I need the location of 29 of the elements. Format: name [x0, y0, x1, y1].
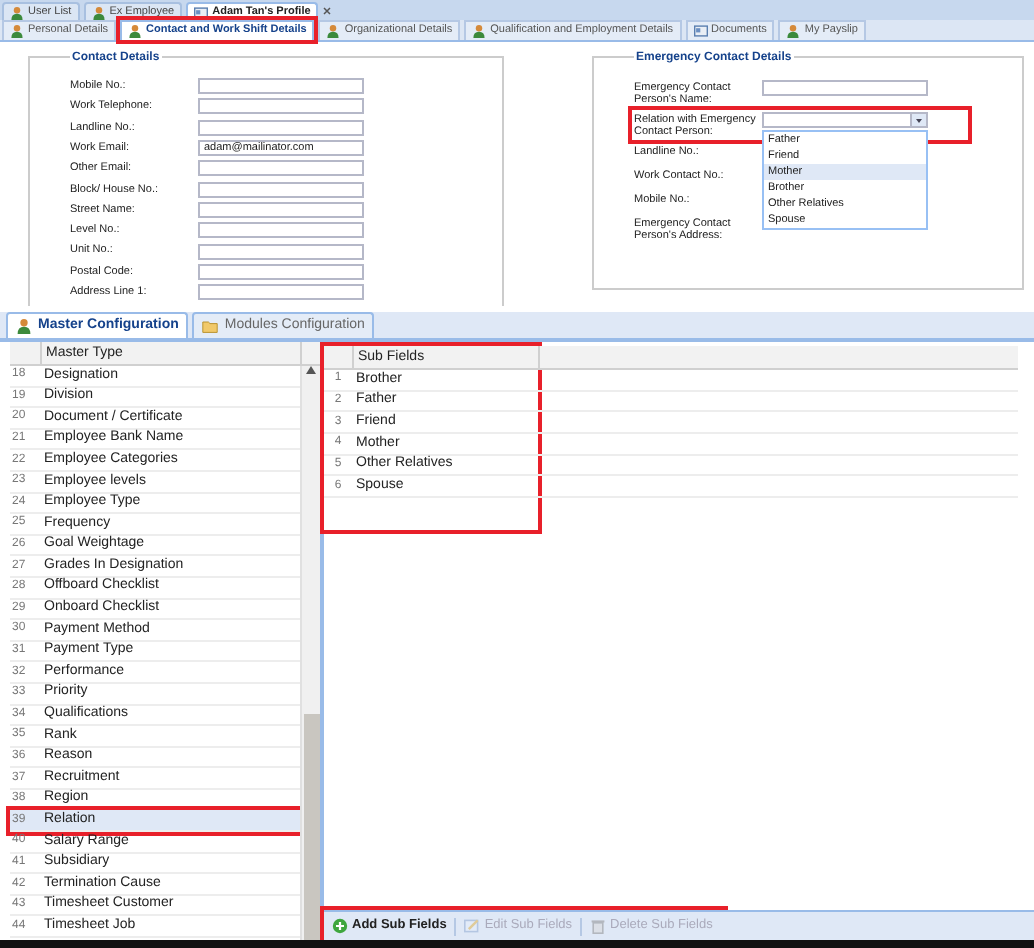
- input-field[interactable]: [198, 243, 364, 260]
- scrollbar-thumb[interactable]: [303, 714, 319, 940]
- input-field[interactable]: [198, 181, 364, 198]
- caret-icon: [914, 115, 924, 125]
- input-field[interactable]: [198, 222, 364, 239]
- close-icon[interactable]: [322, 6, 333, 16]
- scrollbar[interactable]: [300, 366, 320, 940]
- person-icon: [16, 318, 32, 334]
- input-field[interactable]: [198, 98, 364, 115]
- person-icon: [10, 24, 24, 38]
- document-icon: [693, 24, 708, 38]
- person-icon: [91, 5, 106, 19]
- input-field[interactable]: [198, 201, 364, 218]
- input-field[interactable]: [762, 80, 928, 96]
- person-icon: [786, 24, 801, 38]
- input-field[interactable]: [198, 78, 364, 95]
- input-field[interactable]: [198, 263, 364, 280]
- dropdown-field[interactable]: [762, 112, 928, 128]
- pencil-icon: [464, 918, 481, 934]
- input-field[interactable]: [198, 284, 364, 301]
- person-icon: [128, 24, 143, 38]
- person-icon: [472, 24, 487, 38]
- input-field[interactable]: [198, 119, 364, 136]
- input-field[interactable]: [198, 160, 364, 177]
- person-icon: [326, 24, 341, 38]
- plus-icon: [332, 918, 348, 934]
- person-icon: [10, 5, 24, 19]
- trash-icon: [590, 918, 607, 934]
- folder-icon: [202, 318, 219, 334]
